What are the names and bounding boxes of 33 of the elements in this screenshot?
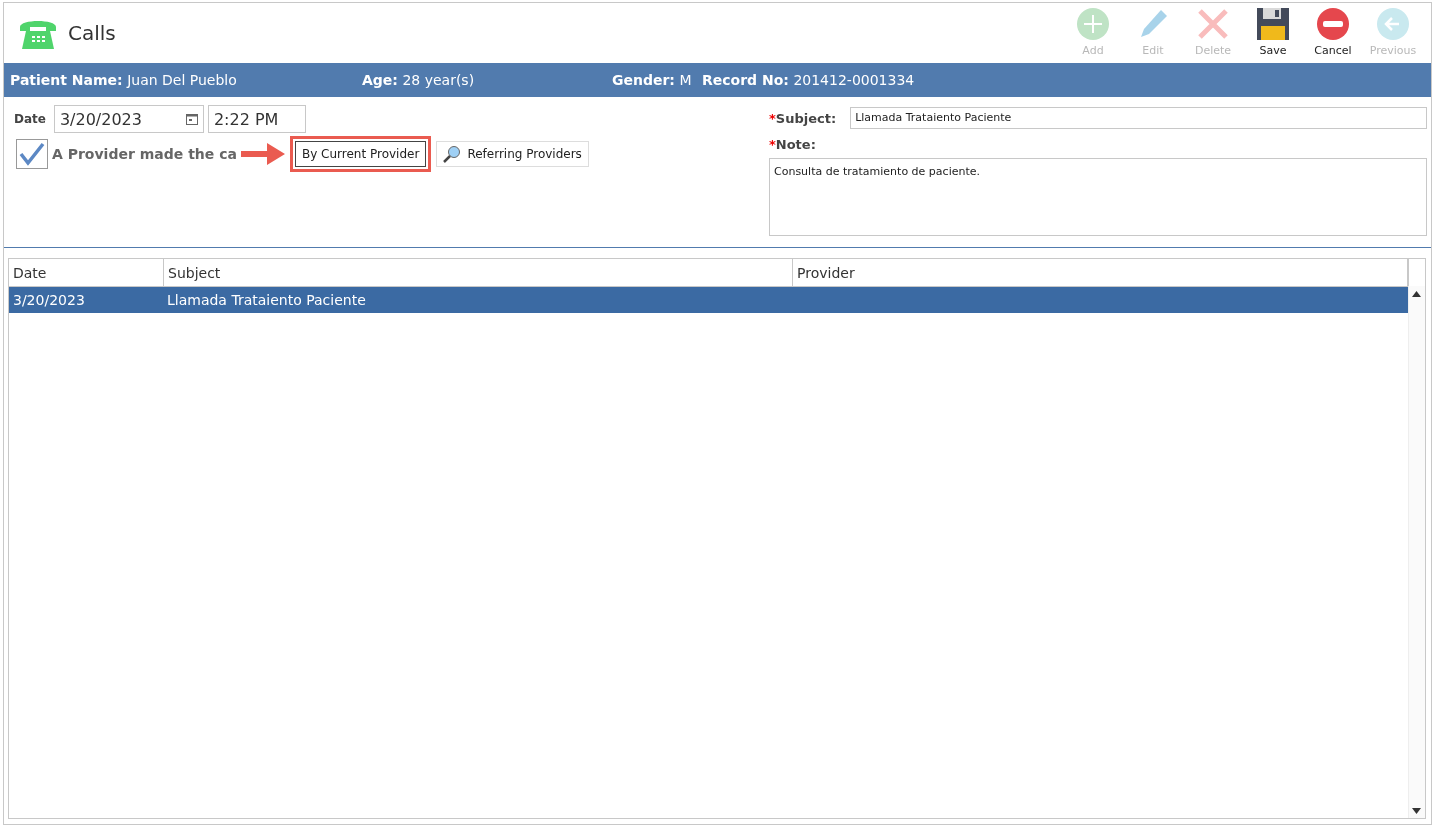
- date-label: Date: [14, 112, 46, 126]
- scrollbar[interactable]: [1408, 286, 1425, 818]
- table-cell: 3/20/2023: [13, 292, 85, 308]
- plus-icon: [1077, 8, 1109, 40]
- scroll-up-icon[interactable]: [1412, 290, 1421, 297]
- patient-info-text: Gender: M: [612, 72, 692, 88]
- table-row[interactable]: 3/20/2023 Llamada Trataiento Paciente: [9, 287, 1409, 313]
- subject-label: *Subject:: [769, 110, 837, 126]
- subject-field[interactable]: Llamada Trataiento Paciente: [850, 107, 1427, 129]
- table-cell: Llamada Trataiento Paciente: [167, 292, 366, 308]
- note-field[interactable]: Consulta de tratamiento de paciente.: [769, 158, 1427, 236]
- window-title: Calls: [68, 21, 117, 45]
- column-header[interactable]: Subject: [164, 259, 793, 286]
- minus-circle-icon: [1317, 8, 1349, 40]
- search-icon: [443, 145, 462, 163]
- close-icon: [1197, 8, 1229, 40]
- date-field[interactable]: 3/20/2023: [53, 105, 204, 133]
- checkbox[interactable]: [16, 139, 48, 169]
- column-header[interactable]: Provider: [793, 259, 1408, 286]
- cancel-button[interactable]: Cancel: [1303, 4, 1363, 62]
- checkbox-label: A Provider made the ca: [52, 146, 237, 162]
- pointer-arrow-icon: [240, 141, 285, 167]
- provider-button[interactable]: Referring Providers: [436, 141, 589, 167]
- scroll-down-icon[interactable]: [1412, 807, 1421, 814]
- calendar-icon: [185, 113, 198, 125]
- patient-info-text: Patient Name: Juan Del Pueblo: [10, 72, 237, 88]
- save-button[interactable]: Save: [1243, 4, 1303, 62]
- checkmark-icon: [19, 142, 45, 166]
- time-field[interactable]: 2:22 PM: [207, 105, 306, 133]
- patient-info-text: Record No: 201412-0001334: [702, 72, 915, 88]
- patient-info-text: Age: 28 year(s): [362, 72, 475, 88]
- column-header[interactable]: Date: [9, 259, 164, 286]
- note-label: *Note:: [769, 137, 816, 152]
